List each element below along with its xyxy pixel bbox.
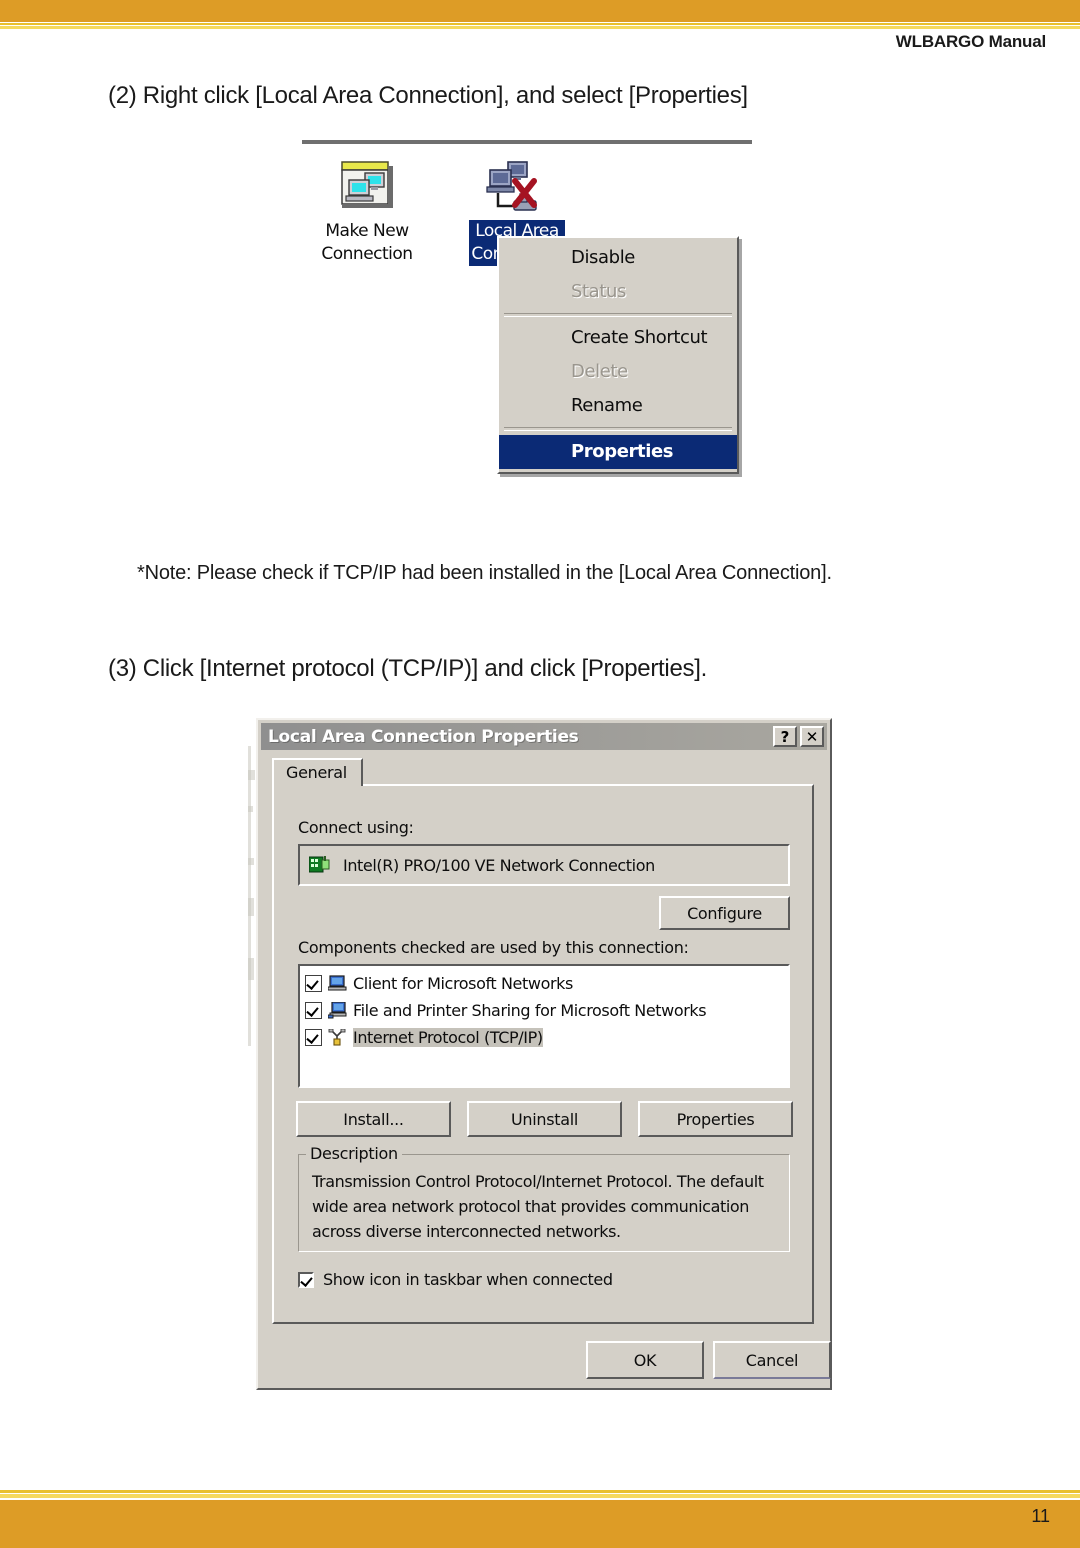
- adapter-name: Intel(R) PRO/100 VE Network Connection: [343, 855, 655, 875]
- help-icon[interactable]: ?: [773, 726, 797, 747]
- component-label: File and Printer Sharing for Microsoft N…: [353, 1001, 707, 1020]
- page-top-accent-band: [0, 0, 1080, 22]
- computer-icon: [328, 975, 347, 991]
- background-window-artifact: [248, 958, 254, 980]
- component-label: Client for Microsoft Networks: [353, 974, 573, 993]
- make-new-connection-icon-wrap: [302, 158, 432, 220]
- connect-using-label: Connect using:: [298, 818, 414, 837]
- context-menu-separator: [504, 313, 732, 317]
- make-new-connection-icon: [341, 161, 393, 208]
- figure-connections-context-menu: Make New Connection Local Area Disable S…: [302, 140, 752, 490]
- window-title-bar[interactable]: Local Area Connection Properties ? ✕: [261, 723, 827, 750]
- install-button[interactable]: Install...: [296, 1101, 451, 1137]
- page-bottom-accent-stripe: [0, 1489, 1080, 1500]
- connection-label-make-new: Make New Connection: [321, 221, 413, 264]
- note-text: *Note: Please check if TCP/IP had been i…: [137, 562, 832, 584]
- configure-button[interactable]: Configure: [659, 896, 790, 930]
- file-printer-sharing-icon: [328, 1002, 347, 1019]
- page-bottom-accent-band: [0, 1500, 1080, 1548]
- context-menu-item-delete: Delete: [571, 361, 628, 382]
- context-menu-item-rename[interactable]: Rename: [499, 389, 737, 423]
- close-icon[interactable]: ✕: [800, 726, 824, 747]
- component-label: Internet Protocol (TCP/IP): [353, 1028, 543, 1047]
- show-icon-label: Show icon in taskbar when connected: [323, 1270, 613, 1289]
- tab-panel-general: Connect using: Intel(R) PRO/100 VE Netwo…: [272, 784, 814, 1324]
- properties-button[interactable]: Properties: [638, 1101, 793, 1137]
- page-number: 11: [1031, 1506, 1050, 1526]
- component-row[interactable]: Client for Microsoft Networks: [305, 970, 788, 997]
- page-top-accent-stripe: [0, 22, 1080, 31]
- context-menu-item-create-shortcut[interactable]: Create Shortcut: [499, 321, 737, 355]
- protocol-icon: [328, 1029, 346, 1046]
- description-text: Transmission Control Protocol/Internet P…: [312, 1172, 764, 1241]
- uninstall-button[interactable]: Uninstall: [467, 1101, 622, 1137]
- tab-general[interactable]: General: [272, 758, 363, 786]
- context-menu-item-disable[interactable]: Disable: [499, 241, 737, 275]
- step-2-heading: (2) Right click [Local Area Connection],…: [108, 82, 748, 109]
- local-area-connection-icon-wrap: [452, 158, 582, 220]
- figure-lan-connection-properties: Local Area Connection Properties ? ✕ Gen…: [248, 718, 832, 1398]
- context-menu-separator-2: [504, 427, 732, 431]
- component-checkbox[interactable]: [305, 1029, 322, 1046]
- cancel-button[interactable]: Cancel: [713, 1341, 831, 1379]
- description-legend: Description: [306, 1144, 402, 1163]
- running-header: WLBARGO Manual: [895, 32, 1046, 51]
- ok-button[interactable]: OK: [586, 1341, 704, 1379]
- background-window-artifact: [248, 898, 254, 916]
- tab-strip: General: [272, 758, 363, 786]
- adapter-field[interactable]: Intel(R) PRO/100 VE Network Connection: [298, 844, 790, 886]
- background-window-artifact: [248, 858, 254, 865]
- background-window-artifact: [248, 806, 253, 812]
- title-bar-buttons: ? ✕: [773, 726, 827, 747]
- background-window-artifact: [248, 746, 251, 1046]
- context-menu[interactable]: Disable Status Create Shortcut Delete Re…: [497, 236, 739, 474]
- component-checkbox[interactable]: [305, 1002, 322, 1019]
- lan-connection-properties-window: Local Area Connection Properties ? ✕ Gen…: [256, 718, 832, 1390]
- component-row[interactable]: Internet Protocol (TCP/IP): [305, 1024, 788, 1051]
- component-row[interactable]: File and Printer Sharing for Microsoft N…: [305, 997, 788, 1024]
- network-adapter-icon: [309, 856, 330, 873]
- connection-item-make-new[interactable]: Make New Connection: [302, 158, 432, 266]
- step-3-heading: (3) Click [Internet protocol (TCP/IP)] a…: [108, 655, 707, 682]
- component-checkbox[interactable]: [305, 975, 322, 992]
- context-menu-item-status: Status: [571, 281, 626, 302]
- window-divider-rule: [302, 140, 752, 144]
- components-label: Components checked are used by this conn…: [298, 938, 689, 957]
- components-list[interactable]: Client for Microsoft Networks File and P…: [298, 964, 790, 1088]
- context-menu-item-properties[interactable]: Properties: [499, 435, 737, 469]
- show-icon-checkbox[interactable]: [298, 1271, 314, 1288]
- local-area-connection-icon: [486, 161, 537, 211]
- window-title: Local Area Connection Properties: [268, 726, 579, 747]
- show-icon-checkbox-row[interactable]: Show icon in taskbar when connected: [298, 1270, 613, 1289]
- background-window-artifact: [248, 770, 255, 780]
